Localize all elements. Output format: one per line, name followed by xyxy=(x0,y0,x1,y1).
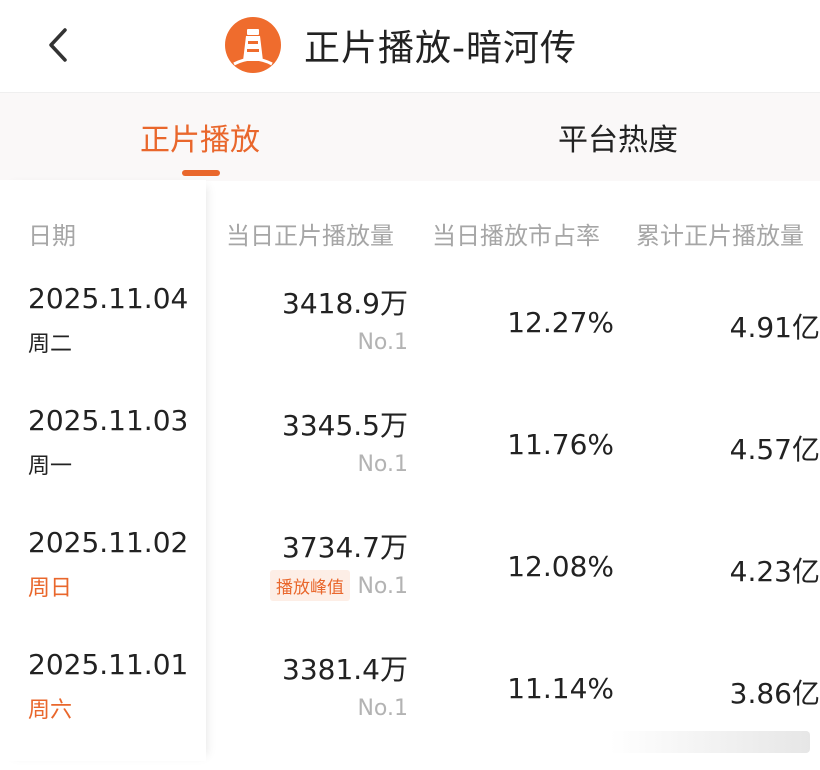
table-row: 2025.11.03 周一 3345.5万 No.1 11.76% 4.57亿 xyxy=(0,404,820,526)
table-row: 2025.11.02 周日 3734.7万 播放峰值 No.1 12.08% 4… xyxy=(0,526,820,648)
row-rank: No.1 xyxy=(357,574,408,599)
page-title: 正片播放-暗河传 xyxy=(304,28,577,69)
row-daily-plays: 3418.9万 xyxy=(282,287,408,320)
lighthouse-logo-icon xyxy=(225,17,281,73)
column-header-cumulative-plays: 累计正片播放量 xyxy=(636,222,804,250)
row-date: 2025.11.01 xyxy=(28,648,189,681)
row-daily-plays: 3734.7万 xyxy=(282,531,408,564)
row-weekday: 周二 xyxy=(28,332,73,357)
row-weekday: 周六 xyxy=(28,698,73,723)
row-cumulative-plays: 4.57亿 xyxy=(729,433,820,466)
table-row: 2025.11.04 周二 3418.9万 No.1 12.27% 4.91亿 xyxy=(0,282,820,404)
active-tab-indicator xyxy=(182,170,220,176)
row-date: 2025.11.02 xyxy=(28,526,189,559)
row-weekday: 周一 xyxy=(28,454,73,479)
row-rank: No.1 xyxy=(357,696,408,721)
row-cumulative-plays: 3.86亿 xyxy=(729,677,820,710)
row-market-share: 11.14% xyxy=(507,672,614,705)
column-header-date: 日期 xyxy=(28,222,76,250)
row-market-share: 12.08% xyxy=(507,550,614,583)
row-daily-plays: 3381.4万 xyxy=(282,653,408,686)
row-date: 2025.11.04 xyxy=(28,282,189,315)
title-group: 正片播放-暗河传 xyxy=(224,14,577,76)
column-header-daily-plays: 当日正片播放量 xyxy=(226,222,394,250)
tab-platform-heat[interactable]: 平台热度 xyxy=(528,93,708,181)
back-button[interactable] xyxy=(38,22,78,68)
header-bar: 正片播放-暗河传 xyxy=(0,0,820,92)
tab-feature-plays[interactable]: 正片播放 xyxy=(110,93,290,181)
column-header-market-share: 当日播放市占率 xyxy=(432,222,600,250)
row-cumulative-plays: 4.23亿 xyxy=(729,555,820,588)
tab-bar: 正片播放 平台热度 xyxy=(0,92,820,181)
row-date: 2025.11.03 xyxy=(28,404,189,437)
row-cumulative-plays: 4.91亿 xyxy=(729,311,820,344)
row-rank: No.1 xyxy=(357,330,408,355)
row-weekday: 周日 xyxy=(28,576,73,601)
row-daily-plays: 3345.5万 xyxy=(282,409,408,442)
row-market-share: 11.76% xyxy=(507,428,614,461)
peak-badge: 播放峰值 xyxy=(270,570,350,601)
row-market-share: 12.27% xyxy=(507,306,614,339)
watermark xyxy=(610,731,810,753)
stats-table[interactable]: 日期 当日正片播放量 当日播放市占率 累计正片播放量 2025.11.04 周二… xyxy=(0,180,820,761)
row-rank: No.1 xyxy=(357,452,408,477)
chevron-left-icon xyxy=(49,28,67,62)
